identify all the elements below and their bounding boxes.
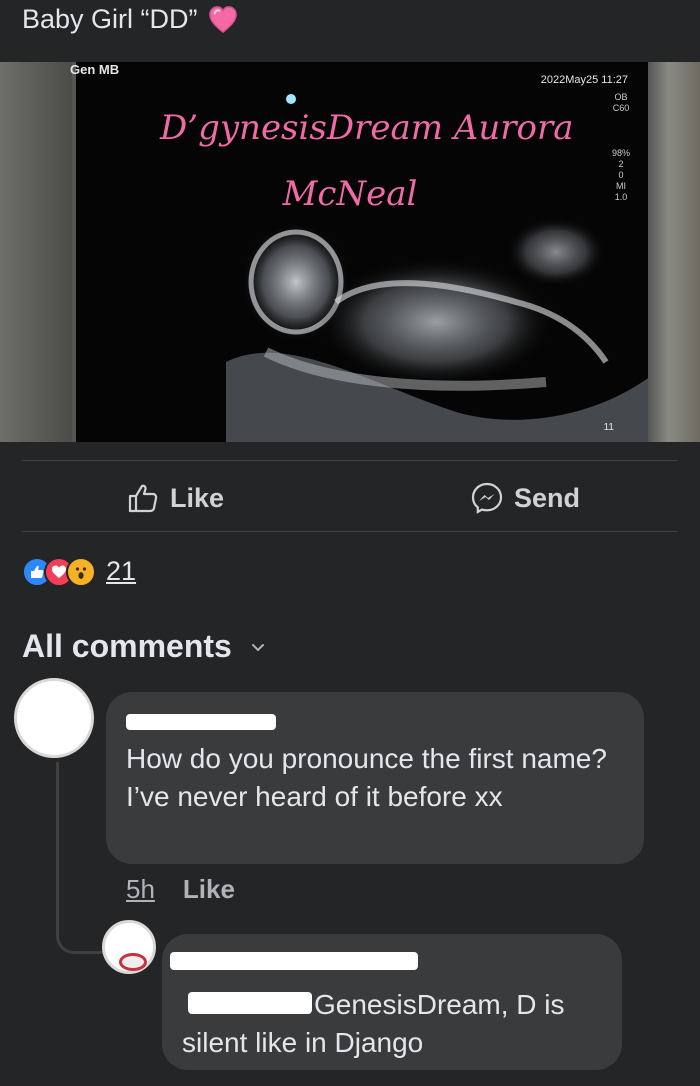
ultrasound-scan-image xyxy=(226,217,656,442)
post-caption-text: Baby Girl “DD” xyxy=(22,4,198,34)
like-button-label: Like xyxy=(169,482,225,513)
like-button[interactable]: Like xyxy=(0,470,350,526)
pink-heart-icon xyxy=(208,5,237,33)
thumbs-up-icon xyxy=(128,484,158,513)
comment-bubble: How do you pronounce the first name? I’v… xyxy=(106,692,644,864)
send-button[interactable]: Send xyxy=(350,470,700,526)
monitor-bezel-left xyxy=(0,62,72,442)
post-actions: Like Send xyxy=(0,470,700,526)
post-caption: Baby Girl “DD” xyxy=(22,4,238,35)
baby-name-line-2: McNeal xyxy=(282,174,418,214)
scan-cursor-dot xyxy=(286,94,296,104)
wow-reaction-icon xyxy=(66,556,96,587)
reply-text: GenesisDream, D is silent like in Django xyxy=(182,989,565,1058)
readout-value: 2 xyxy=(618,159,624,169)
reaction-count[interactable]: 21 xyxy=(106,556,136,587)
post-photo[interactable]: Gen MB 2022May25 11:27 OB C60 98% 2 0 MI… xyxy=(0,62,700,442)
comment-meta: 5h Like xyxy=(126,874,235,905)
avatar[interactable] xyxy=(102,920,156,974)
reactions-summary[interactable]: 21 xyxy=(22,556,136,587)
comments-header-label: All comments xyxy=(22,628,232,664)
monitor-label: Gen MB xyxy=(70,62,120,77)
messenger-icon xyxy=(471,482,503,514)
send-button-label: Send xyxy=(513,482,580,513)
redacted-commenter-name xyxy=(126,714,276,730)
divider xyxy=(22,460,678,461)
divider xyxy=(22,531,678,532)
readout-value: 98% xyxy=(611,148,630,158)
scan-date-stamp: 2022May25 11:27 xyxy=(540,74,628,86)
reply-thread-line xyxy=(56,762,106,954)
comment-like-button[interactable]: Like xyxy=(183,874,235,905)
comment-text: How do you pronounce the first name? I’v… xyxy=(126,743,607,812)
baby-name-line-1: D’gynesisDream Aurora xyxy=(160,108,574,148)
avatar[interactable] xyxy=(14,678,94,758)
scan-frame-number: 11 xyxy=(603,422,614,433)
redacted-commenter-name xyxy=(170,952,418,970)
avatar-mark xyxy=(119,953,147,971)
reply-bubble: GenesisDream, D is silent like in Django xyxy=(162,934,622,1070)
readout-value: OB xyxy=(614,92,628,102)
comment-timestamp[interactable]: 5h xyxy=(126,874,155,905)
all-comments-dropdown[interactable]: All comments xyxy=(22,628,266,665)
chevron-down-icon xyxy=(251,643,264,651)
